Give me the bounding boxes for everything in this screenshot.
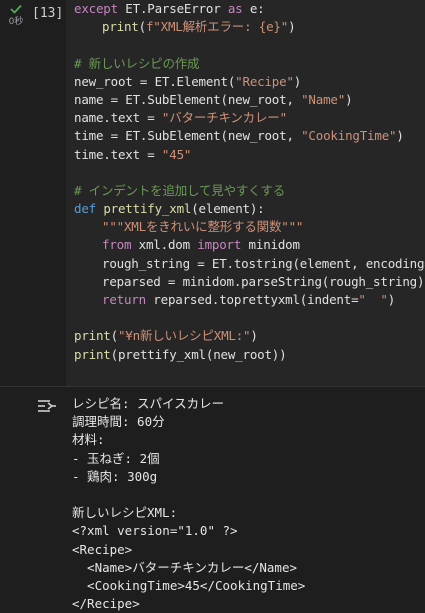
code-token: print <box>102 19 139 35</box>
check-icon <box>10 4 22 14</box>
code-token: print <box>74 328 111 344</box>
code-token: import <box>197 237 242 253</box>
execution-count: [13] <box>32 6 64 21</box>
code-token: xml.dom <box>131 237 198 253</box>
code-token: # インデントを追加して見やすくする <box>74 182 286 198</box>
output-line: <CookingTime>45</CookingTime> <box>72 577 306 593</box>
output-line: 新しいレシピXML: <box>72 505 178 521</box>
output-line: <Name>バターチキンカレー</Name> <box>72 559 298 575</box>
code-line: name = ET.SubElement(new_root, "Name") <box>66 91 425 109</box>
output-line: 調理時間: 60分 <box>72 414 165 430</box>
code-token: reparsed.toprettyxml(indent= <box>145 292 359 307</box>
code-token: def <box>74 201 96 217</box>
run-status[interactable]: 0秒 <box>6 4 26 27</box>
output-line: <?xml version="1.0" ?> <box>72 523 238 539</box>
elapsed-time: 0秒 <box>8 17 24 27</box>
code-line: # インデントを追加して見やすくする <box>66 182 425 200</box>
output-toggle-icon[interactable] <box>36 397 58 415</box>
output-line: <Recipe> <box>72 541 133 557</box>
code-token: ( <box>138 19 147 35</box>
code-line: print("¥n新しいレシピXML:") <box>66 327 425 345</box>
code-line: reparsed = minidom.parseString(rough_str… <box>66 273 425 291</box>
code-token: ET.ParseError <box>117 1 228 16</box>
code-token: ) <box>288 19 296 35</box>
code-token: except <box>74 1 118 16</box>
code-token: new_root = ET.Element( <box>74 73 236 89</box>
code-token: "CookingTime" <box>301 128 397 144</box>
code-token: time.text = <box>74 146 162 162</box>
code-token: "¥n新しいレシピXML:" <box>117 328 251 344</box>
code-token: from <box>102 237 132 253</box>
code-token: rough_string = ET.tostring(element, enco… <box>102 255 425 271</box>
code-token: as <box>227 1 243 16</box>
code-token: name.text = <box>74 110 162 126</box>
code-token: "Recipe" <box>235 73 294 89</box>
code-token: # 新しいレシピの作成 <box>74 55 200 71</box>
code-token: name = ET.SubElement(new_root, <box>74 91 302 107</box>
code-line: name.text = "バターチキンカレー" <box>66 109 425 127</box>
code-token: ( <box>110 328 119 344</box>
code-line: def prettify_xml(element): <box>66 200 425 218</box>
output-line: - 玉ねぎ: 2個 <box>72 450 160 466</box>
code-token: prettify_xml <box>103 201 192 217</box>
code-token: (prettify_xml(new_root)) <box>110 346 287 362</box>
code-token: ) <box>293 73 302 89</box>
code-token: minidom <box>241 237 300 253</box>
code-line: """XMLをきれいに整形する関数""" <box>66 218 425 236</box>
code-token: (element): <box>191 201 265 217</box>
output-line: - 鶏肉: 300g <box>72 468 158 484</box>
code-token: f"XML解析エラー: {e}" <box>145 19 289 35</box>
code-token: reparsed = minidom.parseString(rough_str… <box>102 273 425 289</box>
code-token: "バターチキンカレー" <box>161 110 287 126</box>
code-token: " " <box>358 292 388 307</box>
code-line: print(prettify_xml(new_root)) <box>66 346 425 364</box>
code-token: print <box>74 346 111 362</box>
output-area: レシピ名: スパイスカレー 調理時間: 60分 材料: - 玉ねぎ: 2個 - 鶏肉: … <box>0 387 425 613</box>
code-line: time.text = "45" <box>66 146 425 164</box>
code-token: """XMLをきれいに整形する関数""" <box>102 219 304 235</box>
code-line: rough_string = ET.tostring(element, enco… <box>66 255 425 273</box>
code-token: ) <box>387 292 396 307</box>
output-text: レシピ名: スパイスカレー 調理時間: 60分 材料: - 玉ねぎ: 2個 - 鶏肉: … <box>72 395 305 613</box>
output-line: レシピ名: スパイスカレー <box>72 396 225 411</box>
output-line: </Recipe> <box>72 596 140 612</box>
code-lines: except ET.ParseError as e: print(f"XML解析エ… <box>66 0 425 364</box>
code-token: ) <box>345 91 353 107</box>
code-token: ) <box>250 328 258 344</box>
code-line: print(f"XML解析エラー: {e}") <box>66 18 425 36</box>
code-line: # 新しいレシピの作成 <box>66 55 425 73</box>
code-token: "Name" <box>301 91 346 107</box>
code-line: new_root = ET.Element("Recipe") <box>66 73 425 91</box>
code-editor[interactable]: except ET.ParseError as e: print(f"XML解析エ… <box>66 0 425 386</box>
code-token: time = ET.SubElement(new_root, <box>74 128 302 144</box>
code-token: return <box>102 292 146 307</box>
output-line: 材料: <box>72 432 105 448</box>
code-line: time = ET.SubElement(new_root, "CookingT… <box>66 127 425 145</box>
code-line: return reparsed.toprettyxml(indent=" ") <box>66 291 425 309</box>
code-line: except ET.ParseError as e: <box>66 0 425 18</box>
code-line: from xml.dom import minidom <box>66 236 425 254</box>
code-token: "45" <box>161 146 192 162</box>
code-token: e: <box>242 1 265 16</box>
code-token: ) <box>396 128 404 144</box>
